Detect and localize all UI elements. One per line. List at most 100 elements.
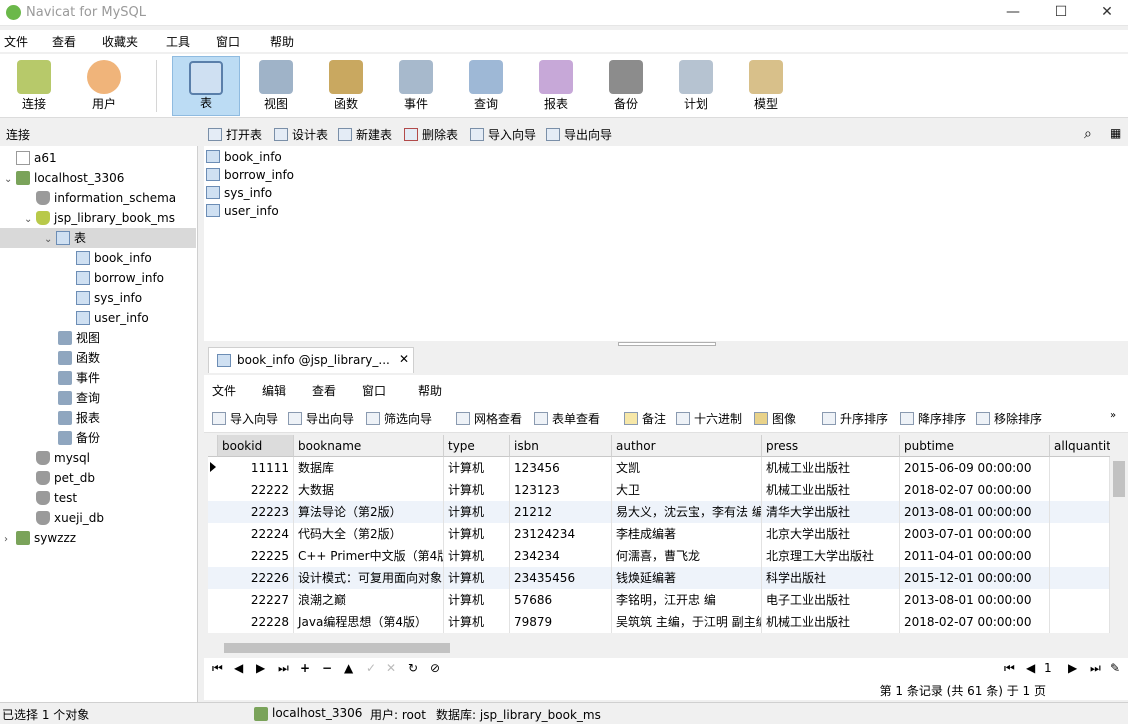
add-record-icon[interactable]: + bbox=[300, 661, 310, 675]
delete-table-button[interactable]: 删除表 bbox=[404, 126, 458, 142]
tree-item-jsp-library[interactable]: ⌄ jsp_library_book_ms bbox=[24, 208, 175, 228]
open-table-button[interactable]: 打开表 bbox=[208, 126, 262, 142]
cell-author[interactable]: 易大义，沈云宝，李有法 编 bbox=[612, 501, 762, 523]
cell-isbn[interactable]: 123123 bbox=[510, 479, 612, 501]
cell-pubtime[interactable]: 2015-06-09 00:00:00 bbox=[900, 457, 1050, 479]
cell-isbn[interactable]: 234234 bbox=[510, 545, 612, 567]
cell-bookid[interactable]: 22224 bbox=[218, 523, 294, 545]
toolbar-function-button[interactable]: 函数 bbox=[312, 56, 380, 116]
grid-view-button[interactable]: 网格查看 bbox=[456, 410, 522, 426]
cell-type[interactable]: 计算机 bbox=[444, 479, 510, 501]
table-row[interactable]: 22226 设计模式：可复用面向对象 计算机 23435456 钱焕延编著 科学… bbox=[208, 567, 1110, 589]
toolbar-backup-button[interactable]: 备份 bbox=[592, 56, 660, 116]
table-row[interactable]: 22224 代码大全（第2版） 计算机 23124234 李桂成编著 北京大学出… bbox=[208, 523, 1110, 545]
remove-sort-button[interactable]: 移除排序 bbox=[976, 410, 1042, 426]
toolbar-table-button[interactable]: 表 bbox=[172, 56, 240, 116]
pagination-settings-icon[interactable]: ✎ bbox=[1110, 661, 1120, 675]
cell-pubtime[interactable]: 2015-12-01 00:00:00 bbox=[900, 567, 1050, 589]
object-item-user-info[interactable]: user_info bbox=[206, 202, 279, 220]
cell-press[interactable]: 科学出版社 bbox=[762, 567, 900, 589]
toolbar-event-button[interactable]: 事件 bbox=[382, 56, 450, 116]
cell-author[interactable]: 何濡喜，曹飞龙 bbox=[612, 545, 762, 567]
cell-allquantity[interactable] bbox=[1050, 523, 1110, 545]
cell-author[interactable]: 吴筑筑 主编，于江明 副主编 bbox=[612, 611, 762, 633]
export-wizard-button[interactable]: 导出向导 bbox=[546, 126, 612, 142]
table-menu-help[interactable]: 帮助 bbox=[418, 382, 442, 399]
toolbar-view-button[interactable]: 视图 bbox=[242, 56, 310, 116]
column-header-bookid[interactable]: bookid bbox=[218, 435, 294, 457]
tree-item-tables[interactable]: ⌄ 表 bbox=[0, 228, 196, 248]
cell-allquantity[interactable] bbox=[1050, 501, 1110, 523]
cell-isbn[interactable]: 123456 bbox=[510, 457, 612, 479]
tree-item-localhost[interactable]: ⌄ localhost_3306 bbox=[4, 168, 124, 188]
column-header-press[interactable]: press bbox=[762, 435, 900, 457]
object-item-book-info[interactable]: book_info bbox=[206, 148, 282, 166]
last-record-icon[interactable]: ⏭ bbox=[278, 661, 289, 676]
page-last-icon[interactable]: ⏭ bbox=[1090, 661, 1101, 676]
cell-bookid[interactable]: 22226 bbox=[218, 567, 294, 589]
import-wizard-button[interactable]: 导入向导 bbox=[470, 126, 536, 142]
toolbar-query-button[interactable]: 查询 bbox=[452, 56, 520, 116]
table-row[interactable]: 22225 C++ Primer中文版（第4版 计算机 234234 何濡喜，曹… bbox=[208, 545, 1110, 567]
cell-author[interactable]: 文凯 bbox=[612, 457, 762, 479]
close-button[interactable]: ✕ bbox=[1084, 2, 1128, 24]
sort-descending-button[interactable]: 降序排序 bbox=[900, 410, 966, 426]
search-icon[interactable]: ⌕ bbox=[1084, 126, 1092, 142]
next-record-icon[interactable]: ▶ bbox=[256, 661, 265, 675]
column-header-bookname[interactable]: bookname bbox=[294, 435, 444, 457]
table-row[interactable]: 22223 算法导论（第2版） 计算机 21212 易大义，沈云宝，李有法 编 … bbox=[208, 501, 1110, 523]
cell-bookname[interactable]: 浪潮之巅 bbox=[294, 589, 444, 611]
cell-isbn[interactable]: 79879 bbox=[510, 611, 612, 633]
tab-book-info[interactable]: book_info @jsp_library_... ✕ bbox=[208, 347, 414, 373]
cell-bookid[interactable]: 22223 bbox=[218, 501, 294, 523]
toolbar-user-button[interactable]: 用户 bbox=[70, 56, 138, 116]
sort-ascending-button[interactable]: 升序排序 bbox=[822, 410, 888, 426]
tree-item-borrow-info[interactable]: borrow_info bbox=[64, 268, 164, 288]
cell-allquantity[interactable] bbox=[1050, 457, 1110, 479]
toolbar-connect-button[interactable]: 连接 bbox=[0, 56, 68, 116]
stop-icon[interactable]: ⊘ bbox=[430, 661, 440, 675]
cell-press[interactable]: 电子工业出版社 bbox=[762, 589, 900, 611]
tree-item-user-info[interactable]: user_info bbox=[64, 308, 149, 328]
export-wizard-button[interactable]: 导出向导 bbox=[288, 410, 354, 426]
cell-author[interactable]: 李铭明，江开忠 编 bbox=[612, 589, 762, 611]
cell-isbn[interactable]: 21212 bbox=[510, 501, 612, 523]
cell-type[interactable]: 计算机 bbox=[444, 501, 510, 523]
grid-view-toggle-icon[interactable]: ▦ bbox=[1110, 126, 1121, 142]
cell-pubtime[interactable]: 2018-02-07 00:00:00 bbox=[900, 479, 1050, 501]
cell-bookname[interactable]: 设计模式：可复用面向对象 bbox=[294, 567, 444, 589]
cell-allquantity[interactable] bbox=[1050, 479, 1110, 501]
tree-item-queries[interactable]: 查询 bbox=[46, 388, 100, 408]
cell-author[interactable]: 大卫 bbox=[612, 479, 762, 501]
cell-allquantity[interactable] bbox=[1050, 567, 1110, 589]
cell-bookid[interactable]: 22227 bbox=[218, 589, 294, 611]
menu-help[interactable]: 帮助 bbox=[270, 33, 294, 50]
cell-isbn[interactable]: 23124234 bbox=[510, 523, 612, 545]
first-record-icon[interactable]: ⏮ bbox=[212, 661, 223, 676]
minimize-button[interactable]: — bbox=[990, 2, 1036, 24]
table-row[interactable]: 22222 大数据 计算机 123123 大卫 机械工业出版社 2018-02-… bbox=[208, 479, 1110, 501]
cell-allquantity[interactable] bbox=[1050, 589, 1110, 611]
cell-bookname[interactable]: 代码大全（第2版） bbox=[294, 523, 444, 545]
cell-allquantity[interactable] bbox=[1050, 545, 1110, 567]
cell-isbn[interactable]: 23435456 bbox=[510, 567, 612, 589]
menu-window[interactable]: 窗口 bbox=[216, 33, 240, 50]
maximize-button[interactable]: ☐ bbox=[1038, 2, 1084, 24]
page-first-icon[interactable]: ⏮ bbox=[1004, 661, 1015, 676]
tree-item-functions[interactable]: 函数 bbox=[46, 348, 100, 368]
cell-bookname[interactable]: 大数据 bbox=[294, 479, 444, 501]
refresh-icon[interactable]: ↻ bbox=[408, 661, 418, 675]
grid-horizontal-scrollbar[interactable] bbox=[208, 640, 1110, 656]
cell-allquantity[interactable] bbox=[1050, 611, 1110, 633]
table-menu-file[interactable]: 文件 bbox=[212, 382, 236, 399]
horizontal-scroll-thumb[interactable] bbox=[224, 643, 450, 653]
toolbar-report-button[interactable]: 报表 bbox=[522, 56, 590, 116]
cell-bookid[interactable]: 11111 bbox=[218, 457, 294, 479]
tree-item-views[interactable]: 视图 bbox=[46, 328, 100, 348]
cell-author[interactable]: 钱焕延编著 bbox=[612, 567, 762, 589]
table-row[interactable]: 22227 浪潮之巅 计算机 57686 李铭明，江开忠 编 电子工业出版社 2… bbox=[208, 589, 1110, 611]
tree-item-reports[interactable]: 报表 bbox=[46, 408, 100, 428]
tree-item-sys-info[interactable]: sys_info bbox=[64, 288, 142, 308]
cell-bookid[interactable]: 22228 bbox=[218, 611, 294, 633]
form-view-button[interactable]: 表单查看 bbox=[534, 410, 600, 426]
